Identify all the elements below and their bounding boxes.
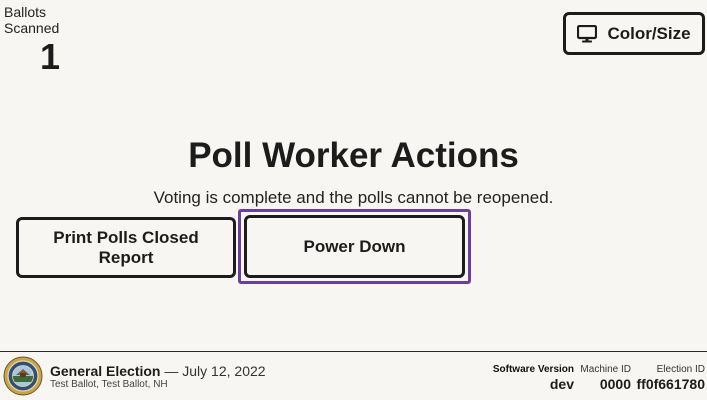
- election-id-label: Election ID: [656, 364, 705, 375]
- color-size-button[interactable]: Color/Size: [563, 12, 705, 55]
- election-title-line: General Election — July 12, 2022: [50, 363, 266, 379]
- monitor-icon: [577, 24, 598, 43]
- software-version: Software Version dev: [493, 364, 574, 392]
- election-place: Test Ballot, Test Ballot, NH: [50, 379, 168, 390]
- machine-id-value: 0000: [599, 376, 631, 392]
- software-version-value: dev: [549, 376, 574, 392]
- poll-worker-screen: Ballots Scanned 1 Color/Size Poll Worker…: [0, 0, 707, 400]
- election-id: Election ID ff0f661780: [637, 364, 706, 392]
- page-subtitle: Voting is complete and the polls cannot …: [153, 188, 554, 207]
- state-seal-icon: [3, 356, 43, 396]
- ballots-scanned-counter: Ballots Scanned 1: [4, 4, 96, 76]
- election-info-bar: General Election — July 12, 2022 Test Ba…: [0, 351, 707, 400]
- print-polls-closed-report-button[interactable]: Print Polls Closed Report: [16, 217, 236, 278]
- machine-id: Machine ID 0000: [580, 364, 631, 392]
- election-name: General Election: [50, 363, 161, 379]
- color-size-label: Color/Size: [607, 23, 691, 43]
- election-id-value: ff0f661780: [636, 376, 706, 392]
- power-down-button[interactable]: Power Down: [244, 215, 465, 278]
- machine-id-label: Machine ID: [580, 364, 631, 375]
- ballots-scanned-value: 1: [39, 36, 61, 77]
- election-date: — July 12, 2022: [164, 363, 266, 379]
- page-title: Poll Worker Actions: [188, 136, 519, 175]
- ballots-scanned-label: Ballots Scanned: [4, 4, 60, 36]
- software-version-label: Software Version: [492, 364, 574, 375]
